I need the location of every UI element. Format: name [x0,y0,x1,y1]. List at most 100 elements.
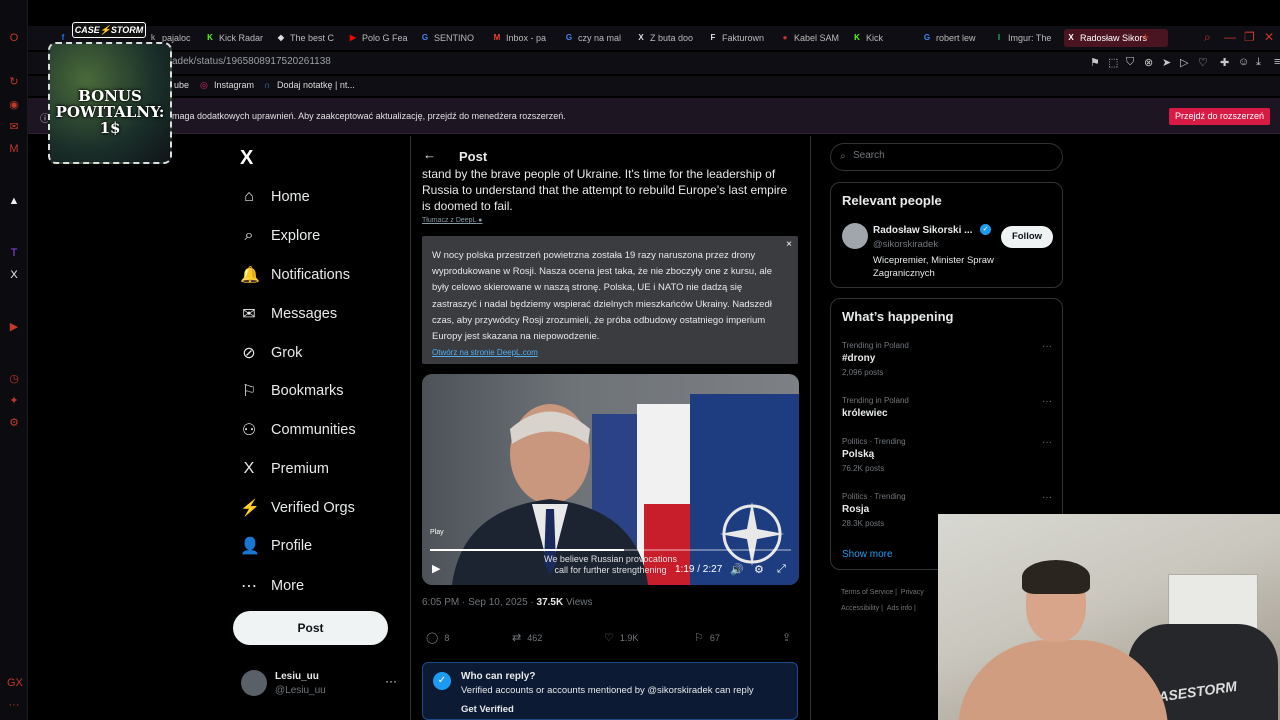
mail-icon[interactable]: M [7,142,21,156]
x-sidebar-icon[interactable]: X [7,268,21,282]
trend-item[interactable]: Trending in Poland #drony 2,096 posts ··· [842,341,1054,385]
terms-link[interactable]: Terms of Service | [841,589,897,596]
send-icon[interactable]: ➤ [1162,56,1171,69]
new-tab-icon[interactable]: + [1142,30,1149,44]
avatar[interactable] [842,223,868,249]
more-icon[interactable]: ··· [1042,492,1052,503]
go-to-extensions-button[interactable]: Przejdź do rozszerzeń [1168,108,1270,125]
more-icon[interactable]: ··· [1042,341,1052,352]
tab-sentino[interactable]: G SENTINO [418,29,482,47]
nav-communities[interactable]: ⚇ Communities [240,416,356,444]
account-more-icon[interactable]: ··· [385,674,397,688]
twitch-icon[interactable]: T [7,246,21,260]
search-input[interactable] [853,150,1053,161]
person-name[interactable]: Radosław Sikorski ... [873,225,972,236]
tab-kick-radar[interactable]: K Kick Radar [203,29,265,47]
tab-the-best-c[interactable]: ◆ The best C [274,29,338,47]
url-text[interactable]: adek/status/1965808917520261138 [172,56,331,67]
tab-kabel-sam[interactable]: ● Kabel SAM [778,29,842,47]
translated-by-link[interactable]: Tłumacz z DeepL ● [422,217,482,224]
search-tabs-icon[interactable]: ⌕ [1204,30,1211,45]
video-player[interactable]: Play We believe Russian provocations cal… [422,374,799,585]
privacy-link[interactable]: Privacy [901,589,924,596]
more-icon[interactable]: ··· [1042,437,1052,448]
nav-more[interactable]: ⋯ More [240,572,304,600]
refresh-icon[interactable]: ↻ [7,75,21,89]
close-icon[interactable]: × [786,239,792,250]
nav-profile[interactable]: 👤 Profile [240,532,312,560]
vpn-icon[interactable]: ⛉ [1126,56,1134,69]
nav-premium[interactable]: X Premium [240,455,329,483]
bookmark-youtube[interactable]: ube [174,80,189,90]
tab-polo-g-fea[interactable]: ▶ Polo G Fea [346,29,410,47]
play-circle-icon[interactable]: ▶ [7,320,21,334]
x-logo[interactable]: X [240,147,253,170]
opera-logo-icon[interactable]: O [7,31,21,45]
reply-count: 8 [444,632,450,643]
tweet-time[interactable]: 6:05 PM · Sep 10, 2025 · [422,597,537,608]
tab-kick[interactable]: K Kick [850,29,906,47]
tab-robert-lew[interactable]: Grobert lew [920,29,984,47]
minimize-icon[interactable]: — [1224,30,1236,44]
tab-czy-na-mal[interactable]: Gczy na mal [562,29,626,47]
more-icon[interactable]: ··· [1042,396,1052,407]
download-icon[interactable]: ⤓ [1256,56,1261,69]
tab-inbox-pa[interactable]: M Inbox - pa [490,29,554,47]
menu-icon[interactable]: ≡ [1274,56,1280,68]
gx-icon[interactable]: GX [7,676,23,690]
trend-item[interactable]: Trending in Poland królewiec ··· [842,396,1054,440]
nav-messages[interactable]: ✉ Messages [240,300,337,328]
fullscreen-icon[interactable]: ⤢ [777,563,786,576]
restore-icon[interactable]: ❐ [1244,30,1255,44]
bookmark-instagram[interactable]: Instagram [214,80,254,90]
settings-icon[interactable]: ⚙ [7,416,21,430]
bookmark-note[interactable]: Dodaj notatkę | nt... [277,80,355,90]
tab-z-buta-doo[interactable]: X Z buta doo [634,29,698,47]
get-verified-link[interactable]: Get Verified [461,704,514,715]
player-toolbar-icon[interactable]: ▷ [1180,56,1188,69]
bookmark-button[interactable]: ⚐ 67 [694,631,720,644]
nav-bookmarks[interactable]: ⚐ Bookmarks [240,377,344,405]
account-switcher[interactable]: Lesiu_uu @Lesiu_uu ··· [241,670,401,700]
like-button[interactable]: ♡ 1.9K [604,631,638,644]
heart-icon[interactable]: ♡ [1198,56,1208,69]
bookmark-icon[interactable]: ⚑ [1090,56,1100,69]
play-icon[interactable]: ▶ [432,562,440,575]
deepl-link[interactable]: Otwórz na stronie DeepL.com [432,348,538,357]
tab-rados-aw-sikors[interactable]: X Radosław Sikors [1064,29,1168,47]
video-progress-bar[interactable] [430,549,791,551]
tab-imgur-the[interactable]: I Imgur: The [992,29,1056,47]
snapshot-icon[interactable]: ⬚ [1108,56,1118,69]
nav-home[interactable]: ⌂ Home [240,183,310,211]
back-arrow-icon[interactable]: ← [423,147,436,162]
adblock-icon[interactable]: ⊗ [1144,56,1153,69]
share-button[interactable]: ⇪ [782,631,797,644]
accessibility-link[interactable]: Accessibility | [841,605,883,612]
address-bar[interactable]: adek/status/1965808917520261138 ⚑ ⬚ ⛉ ⊗ … [28,52,1280,74]
volume-icon[interactable]: 🔊 [730,563,744,576]
messenger-icon[interactable]: ✉ [7,120,21,134]
repost-button[interactable]: ⇄ 462 [512,631,542,644]
nav-notifications[interactable]: 🔔 Notifications [240,261,350,289]
ads-info-link[interactable]: Ads info | [887,605,916,612]
webcam-overlay: CASESTORM [938,514,1280,720]
nav-verified-orgs[interactable]: ⚡ Verified Orgs [240,494,355,522]
extensions-icon[interactable]: ✦ [7,394,21,408]
show-more-link[interactable]: Show more [842,549,893,560]
nav-explore[interactable]: ⌕ Explore [240,222,321,250]
trend-item[interactable]: Politics · Trending Polską 76.2K posts ··· [842,437,1054,481]
ai-icon[interactable]: ◉ [7,98,21,112]
close-window-icon[interactable]: ✕ [1264,30,1274,44]
player-icon[interactable]: ▲ [7,194,21,208]
settings-gear-icon[interactable]: ⚙ [754,563,764,576]
post-button[interactable]: Post [233,611,388,645]
profile-icon[interactable]: ☺ [1238,56,1249,68]
reply-button[interactable]: ◯ 8 [426,631,449,644]
follow-button[interactable]: Follow [1001,226,1053,248]
tab-fakturown[interactable]: F Fakturown [706,29,770,47]
history-icon[interactable]: ◷ [7,372,21,386]
more-icon[interactable]: ··· [7,698,21,712]
puzzle-icon[interactable]: ✚ [1220,56,1229,69]
nav-grok[interactable]: ⊘ Grok [240,339,302,367]
search-box[interactable]: ⌕ [830,143,1063,171]
